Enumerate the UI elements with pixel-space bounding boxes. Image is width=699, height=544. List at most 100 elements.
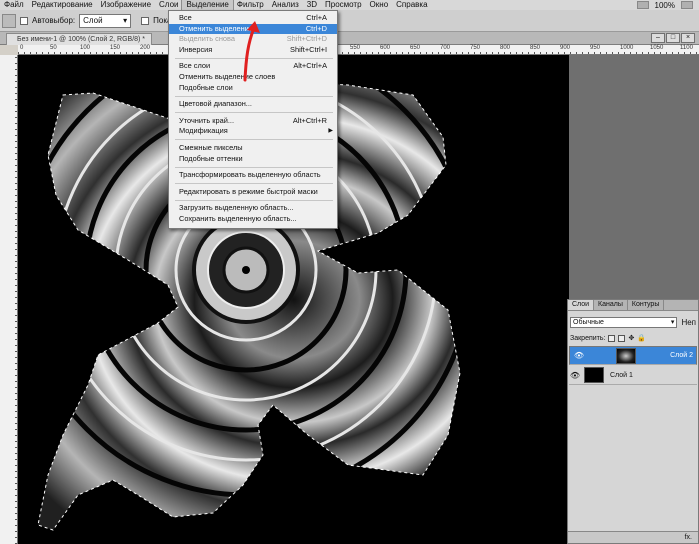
menu-bar: Файл Редактирование Изображение Слои Выделен… — [0, 0, 699, 11]
autoselect-label: Автовыбор: — [32, 16, 76, 25]
ruler-number: 100 — [80, 45, 91, 51]
lock-position-icon[interactable]: ✥ — [628, 334, 634, 342]
menu-separator — [175, 112, 333, 114]
menu-item-19[interactable]: Редактировать в режиме быстрой маски — [169, 187, 337, 198]
panel-tab[interactable]: Контуры — [628, 300, 665, 310]
blend-mode-select[interactable]: Обычные ▾ — [570, 316, 678, 328]
ruler-number: 900 — [560, 45, 571, 51]
menu-item[interactable]: Файл — [0, 0, 28, 10]
layer-thumbnail — [616, 347, 637, 364]
layer-name: Слой 2 — [670, 352, 693, 359]
menu-item-15[interactable]: Подобные оттенки — [169, 154, 337, 165]
document-tab-bar: Без имени-1 @ 100% (Слой 2, RGB/8) * – □… — [0, 32, 699, 45]
menu-item-9[interactable]: Цветовой диапазон... — [169, 99, 337, 110]
show-controls-checkbox[interactable] — [141, 16, 150, 25]
autoselect-checkbox[interactable] — [20, 16, 28, 25]
menu-item-label: Трансформировать выделенную область — [179, 170, 321, 180]
panel-tab[interactable]: Слои — [568, 300, 595, 310]
ruler-number: 50 — [50, 45, 57, 51]
menu-item-shortcut: Ctrl+D — [305, 23, 327, 33]
menu-separator — [175, 139, 333, 141]
ruler-number: 550 — [350, 45, 361, 51]
menu-item-14[interactable]: Смежные пикселы — [169, 143, 337, 154]
ruler-number: 1050 — [650, 45, 664, 51]
document-tab[interactable]: Без имени-1 @ 100% (Слой 2, RGB/8) * — [6, 33, 153, 45]
menu-item-12[interactable]: Модификация ▶ — [169, 126, 337, 137]
menu-item-shortcut: Alt+Ctrl+A — [293, 61, 327, 71]
menu-item[interactable]: 3D — [303, 0, 321, 10]
menu-item-label: Редактировать в режиме быстрой маски — [179, 186, 318, 196]
menu-item-label: Сохранить выделенную область... — [179, 213, 297, 223]
chevron-down-icon: ▾ — [123, 16, 128, 25]
close-button[interactable]: × — [681, 33, 695, 43]
ruler-number: 1100 — [680, 45, 693, 51]
menu-item-label: Все слои — [179, 61, 211, 71]
menu-item-label: Подобные слои — [179, 82, 233, 92]
layer-name: Слой 1 — [610, 371, 633, 379]
layer-row[interactable]: 👁 Слой 1 — [569, 366, 697, 385]
lock-transparency-icon[interactable] — [608, 334, 616, 342]
ruler-number: 750 — [470, 45, 481, 51]
lock-all-icon[interactable]: 🔒 — [637, 334, 646, 342]
menu-item-shortcut: Shift+Ctrl+I — [290, 44, 327, 54]
ruler-number: 200 — [140, 45, 151, 51]
menu-separator — [175, 199, 333, 201]
eye-icon[interactable]: 👁 — [569, 371, 581, 380]
move-tool-icon[interactable] — [2, 13, 16, 28]
layers-panel: Слои Каналы Контуры Обычные ▾ Неп Закрепить… — [567, 299, 699, 544]
lock-row: Закрепить: ✥ 🔒 — [568, 331, 698, 345]
screen-mode-icon[interactable] — [681, 1, 693, 9]
menu-item-label: Выделить снова — [179, 34, 235, 44]
menu-item-label: Смежные пикселы — [179, 142, 243, 152]
menu-item[interactable]: Анализ — [268, 0, 303, 10]
menu-item-label: Все — [179, 13, 192, 22]
ruler-number: 0 — [20, 45, 24, 51]
ruler-number: 800 — [500, 45, 511, 51]
menu-item-shortcut: Alt+Ctrl+R — [292, 115, 327, 125]
menubar-right-tools: 100% — [636, 0, 699, 10]
layer-thumbnail — [584, 367, 604, 383]
menu-item[interactable]: Слои — [155, 0, 182, 10]
window-buttons: – □ × — [651, 33, 695, 43]
menu-item-label: Цветовой диапазон... — [179, 99, 252, 109]
panel-footer: fx. — [568, 531, 698, 543]
minimize-button[interactable]: – — [651, 33, 665, 43]
menu-item-label: Инверсия — [179, 44, 213, 54]
menu-item-11[interactable]: Уточнить край... Alt+Ctrl+R — [169, 116, 337, 127]
lock-pixels-icon[interactable] — [618, 334, 626, 342]
menu-item[interactable]: Изображение — [97, 0, 155, 10]
menu-item[interactable]: Редактирование — [28, 0, 97, 10]
workspace-background — [569, 55, 699, 299]
menu-item-17[interactable]: Трансформировать выделенную область — [169, 170, 337, 181]
ruler-number: 700 — [440, 45, 451, 51]
menu-item-shortcut: Shift+Ctrl+D — [286, 34, 327, 44]
menu-item[interactable]: Справка — [392, 0, 431, 10]
chevron-down-icon: ▾ — [670, 318, 675, 326]
arrange-icon[interactable] — [636, 1, 649, 9]
menu-item-22[interactable]: Сохранить выделенную область... — [169, 214, 337, 225]
options-bar: Автовыбор: Слой▾ Показать упр — [0, 10, 699, 32]
menu-item-label: Уточнить край... — [179, 115, 235, 125]
opacity-label: Неп — [681, 317, 696, 327]
red-arrow-annotation — [243, 21, 260, 82]
menu-item[interactable]: Окно — [366, 0, 393, 10]
menu-item[interactable]: Выделение — [181, 0, 234, 11]
maximize-button[interactable]: □ — [666, 33, 680, 43]
ruler-number: 150 — [110, 45, 121, 51]
menu-item[interactable]: Фильтр — [233, 0, 268, 10]
fx-button[interactable]: fx. — [685, 534, 692, 541]
eye-icon[interactable]: 👁 — [573, 351, 585, 360]
ruler-number: 600 — [380, 45, 391, 51]
menu-item-shortcut: Ctrl+A — [306, 13, 327, 22]
ruler-number: 950 — [590, 45, 601, 51]
autoselect-dropdown[interactable]: Слой ▾ — [79, 13, 132, 28]
submenu-arrow-icon: ▶ — [328, 128, 333, 135]
menu-separator — [175, 166, 333, 168]
menu-separator — [175, 183, 333, 185]
zoom-level[interactable]: 100% — [655, 1, 675, 10]
menu-item-21[interactable]: Загрузить выделенную область... — [169, 203, 337, 214]
layer-row[interactable]: 👁 Слой 2 — [569, 346, 697, 365]
ruler-number: 850 — [530, 45, 541, 51]
panel-tab[interactable]: Каналы — [594, 300, 628, 310]
menu-item[interactable]: Просмотр — [321, 0, 366, 10]
